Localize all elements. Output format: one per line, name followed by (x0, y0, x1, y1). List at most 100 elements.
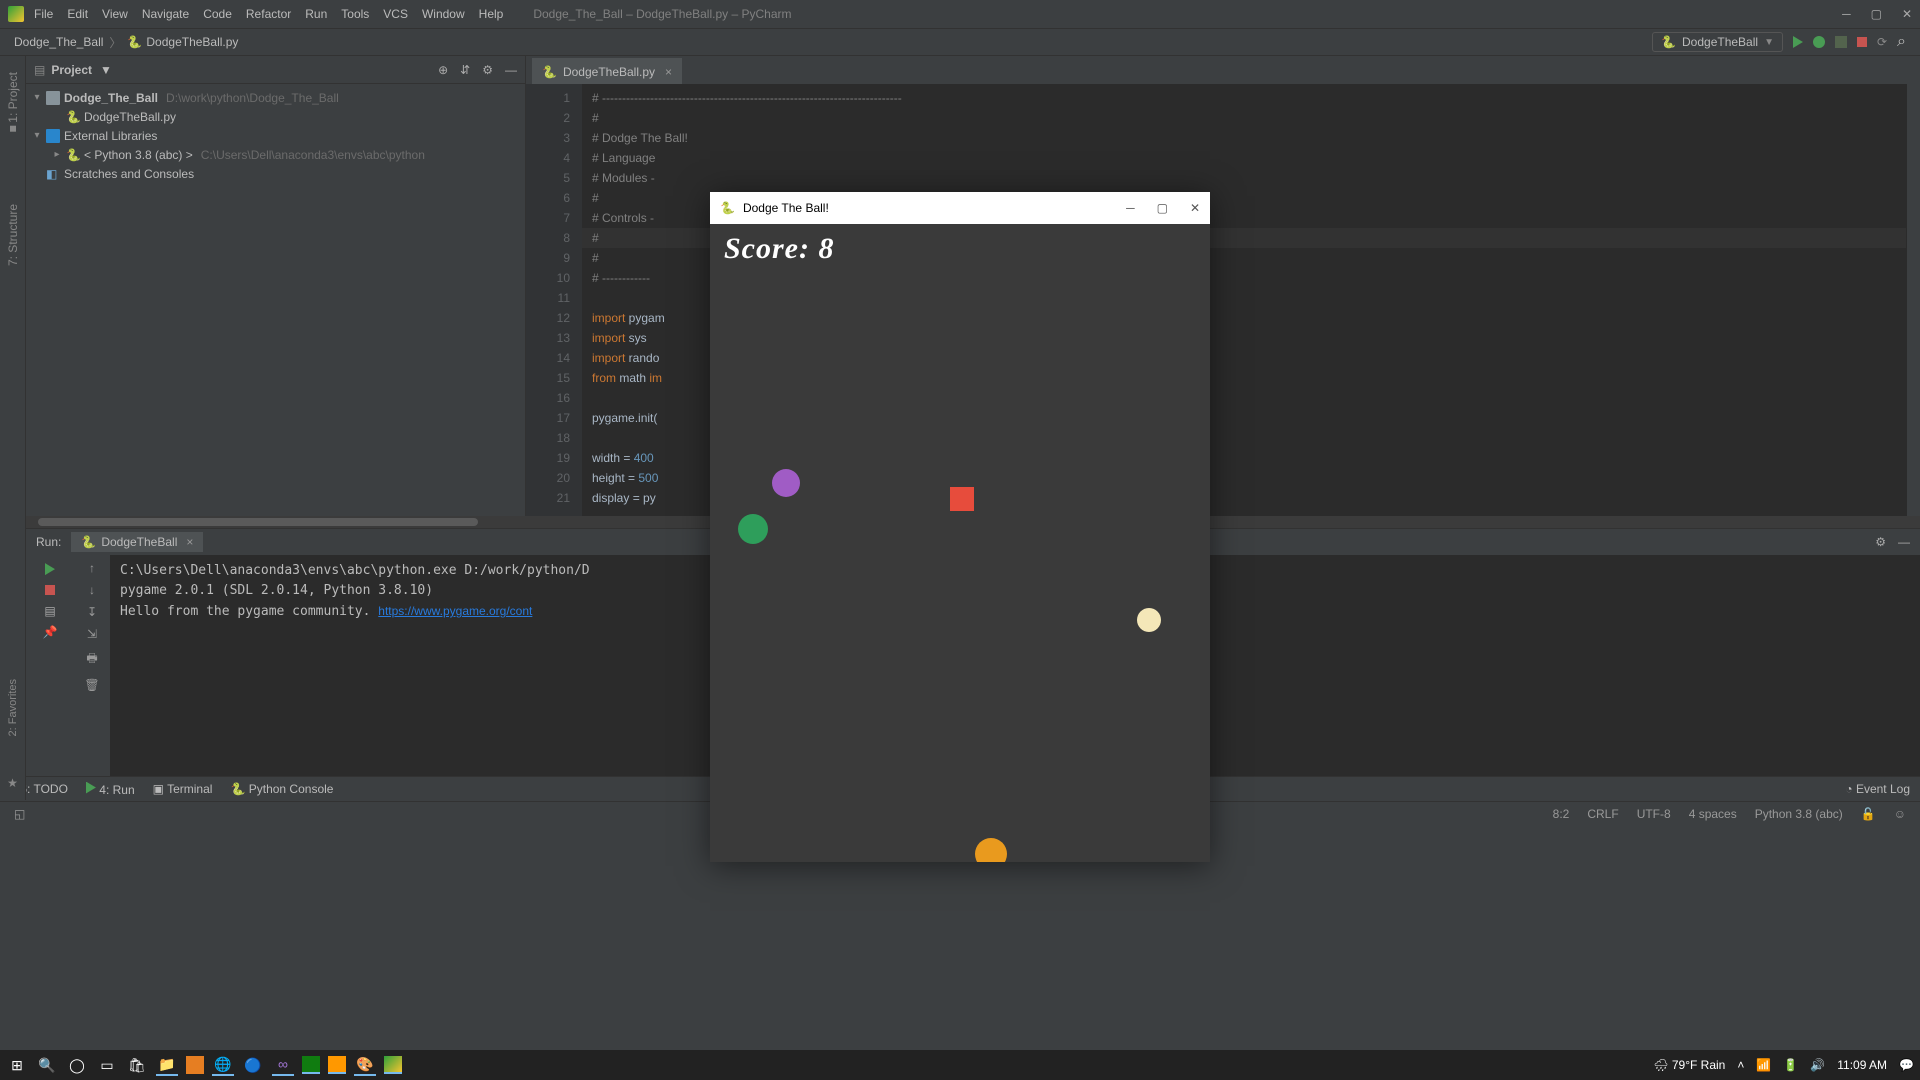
menu-edit[interactable]: Edit (67, 7, 88, 21)
terminal-tab[interactable]: ▣ Terminal (153, 782, 213, 796)
volume-icon[interactable]: 🔊 (1810, 1058, 1825, 1072)
structure-tool-tab[interactable]: 7: Structure (4, 198, 22, 272)
minimize-button[interactable]: ─ (1842, 7, 1851, 21)
run-tab[interactable]: 🐍 DodgeTheBall × (71, 532, 203, 552)
close-tab-icon[interactable]: × (665, 65, 672, 79)
editor-tab[interactable]: 🐍 DodgeTheBall.py × (532, 58, 682, 84)
breadcrumb-root[interactable]: Dodge_The_Ball (14, 35, 103, 49)
clock[interactable]: 11:09 AM (1837, 1058, 1887, 1072)
settings-icon[interactable]: ⚙ (482, 63, 493, 77)
menu-navigate[interactable]: Navigate (142, 7, 189, 21)
tray-chevron-icon[interactable]: ˄ (1737, 1058, 1744, 1072)
pygame-maximize-button[interactable]: ▢ (1157, 201, 1168, 215)
search-icon[interactable]: 🔍 (36, 1054, 58, 1076)
menu-window[interactable]: Window (422, 7, 465, 21)
close-button[interactable]: ✕ (1902, 7, 1912, 21)
layout-icon[interactable]: ▤ (42, 603, 58, 619)
python-console-tab[interactable]: 🐍 Python Console (230, 782, 333, 796)
navigation-bar: Dodge_The_Ball 〉 🐍 DodgeTheBall.py 🐍 Dod… (0, 28, 1920, 56)
down-icon[interactable]: ↓ (89, 583, 95, 597)
tree-root[interactable]: Dodge_The_Ball (64, 91, 158, 105)
editor-scrollbar[interactable] (1906, 84, 1920, 516)
event-log-tab[interactable]: ◔ Event Log (1845, 782, 1910, 796)
sublime-icon[interactable] (328, 1056, 346, 1074)
stop-icon[interactable] (45, 585, 55, 595)
pygame-minimize-button[interactable]: ─ (1126, 201, 1135, 215)
favorites-tool-tab[interactable]: 2: Favorites (7, 679, 19, 736)
search-icon[interactable] (1897, 33, 1906, 51)
run-tab[interactable]: 4: Run (86, 782, 135, 797)
wrap-icon[interactable]: ↧ (87, 605, 97, 619)
menu-run[interactable]: Run (305, 7, 327, 21)
project-tool-tab[interactable]: 1: Project (4, 66, 22, 138)
line-ending[interactable]: CRLF (1587, 807, 1618, 821)
menu-help[interactable]: Help (479, 7, 504, 21)
interpreter[interactable]: Python 3.8 (abc) (1755, 807, 1843, 821)
lock-icon[interactable]: 🔓 (1861, 807, 1876, 821)
menu-refactor[interactable]: Refactor (246, 7, 291, 21)
weather-widget[interactable]: 🌧 79°F Rain (1653, 1058, 1725, 1072)
maximize-button[interactable]: ▢ (1871, 7, 1882, 21)
pygame-window[interactable]: 🐍 Dodge The Ball! ─ ▢ ✕ Score: 8 (710, 192, 1210, 862)
tree-python-sdk[interactable]: < Python 3.8 (abc) > (84, 148, 193, 162)
app-icon[interactable] (186, 1056, 204, 1074)
tree-file[interactable]: DodgeTheBall.py (84, 110, 176, 124)
inspector-icon[interactable]: ☺ (1894, 807, 1906, 821)
xbox-icon[interactable] (302, 1056, 320, 1074)
hide-icon[interactable]: — (1898, 535, 1910, 549)
collapse-icon[interactable]: ⇵ (460, 63, 470, 77)
hide-icon[interactable]: — (505, 63, 517, 77)
pygame-link[interactable]: https://www.pygame.org/cont (378, 604, 532, 618)
menu-tools[interactable]: Tools (341, 7, 369, 21)
battery-icon[interactable]: 🔋 (1783, 1058, 1798, 1072)
settings-icon[interactable]: ⚙ (1875, 535, 1886, 549)
explorer-icon[interactable]: 📁 (156, 1054, 178, 1076)
title-bar: File Edit View Navigate Code Refactor Ru… (0, 0, 1920, 28)
tool-windows-icon[interactable]: ◱ (14, 807, 25, 821)
store-icon[interactable]: 🛍 (126, 1054, 148, 1076)
print-icon[interactable]: 🖶 (86, 649, 97, 670)
project-sidebar: ▤ Project ▼ ⊕ ⇵ ⚙ — ▾Dodge_The_BallD:\wo… (26, 56, 526, 516)
soft-wrap-icon[interactable]: ⇲ (87, 627, 97, 641)
menu-code[interactable]: Code (203, 7, 232, 21)
start-icon[interactable]: ⊞ (6, 1054, 28, 1076)
cortana-icon[interactable]: ▭ (96, 1054, 118, 1076)
vcs-icon[interactable]: ⟳ (1877, 35, 1887, 49)
project-tree[interactable]: ▾Dodge_The_BallD:\work\python\Dodge_The_… (26, 84, 525, 187)
pygame-title-bar[interactable]: 🐍 Dodge The Ball! ─ ▢ ✕ (710, 192, 1210, 224)
trash-icon[interactable]: 🗑 (84, 678, 99, 692)
coverage-icon[interactable] (1835, 36, 1847, 48)
tree-external-libs[interactable]: External Libraries (64, 129, 157, 143)
chrome-icon[interactable]: 🌐 (212, 1054, 234, 1076)
stop-icon[interactable] (1857, 37, 1867, 47)
debug-icon[interactable] (1813, 36, 1825, 48)
pygame-canvas[interactable]: Score: 8 (710, 224, 1210, 862)
pycharm-taskbar-icon[interactable] (384, 1056, 402, 1074)
menu-file[interactable]: File (34, 7, 53, 21)
menu-view[interactable]: View (102, 7, 128, 21)
tree-sdk-path: C:\Users\Dell\anaconda3\envs\abc\python (201, 148, 425, 162)
task-view-icon[interactable]: ◯ (66, 1054, 88, 1076)
star-icon[interactable]: ★ (7, 776, 18, 790)
breadcrumb-file[interactable]: DodgeTheBall.py (146, 35, 238, 49)
menu-vcs[interactable]: VCS (383, 7, 408, 21)
rerun-icon[interactable] (45, 563, 55, 575)
wifi-icon[interactable]: 📶 (1756, 1058, 1771, 1072)
run-icon[interactable] (1793, 36, 1803, 48)
notifications-icon[interactable]: 💬 (1899, 1058, 1914, 1072)
edge-icon[interactable]: 🔵 (242, 1054, 264, 1076)
run-config-selector[interactable]: 🐍 DodgeTheBall ▼ (1652, 32, 1783, 52)
up-icon[interactable]: ↑ (89, 561, 95, 575)
target-icon[interactable]: ⊕ (438, 63, 448, 77)
encoding[interactable]: UTF-8 (1637, 807, 1671, 821)
tree-scratches[interactable]: Scratches and Consoles (64, 167, 194, 181)
chevron-down-icon[interactable]: ▼ (100, 63, 112, 77)
close-tab-icon[interactable]: × (186, 535, 193, 549)
scrollbar-thumb[interactable] (38, 518, 478, 526)
vs-icon[interactable]: ∞ (272, 1054, 294, 1076)
pygame-close-button[interactable]: ✕ (1190, 201, 1200, 215)
app2-icon[interactable]: 🎨 (354, 1054, 376, 1076)
pin-icon[interactable]: 📌 (42, 624, 58, 640)
indent[interactable]: 4 spaces (1689, 807, 1737, 821)
windows-taskbar[interactable]: ⊞ 🔍 ◯ ▭ 🛍 📁 🌐 🔵 ∞ 🎨 🌧 79°F Rain ˄ 📶 🔋 🔊 … (0, 1050, 1920, 1080)
